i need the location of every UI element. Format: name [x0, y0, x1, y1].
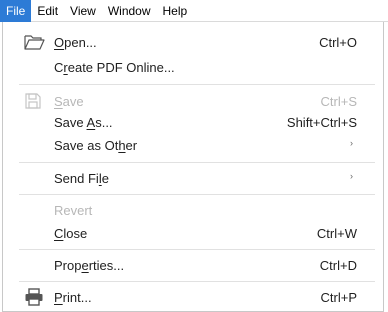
menu-file[interactable]: File: [0, 0, 32, 22]
menu-item-label: Save as Other: [54, 138, 138, 153]
menu-separator: [19, 84, 375, 85]
menu-separator: [19, 249, 375, 250]
menu-help[interactable]: Help: [157, 0, 194, 22]
menu-item-label: Print...: [54, 290, 92, 305]
menu-item-label: Open...: [54, 35, 97, 50]
menu-separator: [19, 281, 375, 282]
submenu-arrow-icon: ›: [350, 138, 353, 148]
folder-open-icon: [24, 35, 45, 50]
menu-item-save-as[interactable]: Save As... Shift+Ctrl+S: [3, 112, 383, 134]
menu-item-label: Create PDF Online...: [54, 60, 175, 75]
menu-item-print[interactable]: Print... Ctrl+P: [3, 287, 383, 309]
submenu-arrow-icon: ›: [350, 171, 353, 181]
menu-item-save-as-other[interactable]: Save as Other ›: [3, 135, 383, 157]
menu-item-label: Save As...: [54, 115, 113, 130]
menu-item-open[interactable]: Open... Ctrl+O: [3, 32, 383, 54]
menu-separator: [19, 162, 375, 163]
menu-separator: [19, 194, 375, 195]
menu-item-shortcut: Ctrl+W: [316, 226, 357, 241]
menu-bar: File Edit View Window Help: [0, 0, 388, 22]
menu-item-label: Properties...: [54, 258, 125, 273]
menu-item-label: Save: [54, 94, 84, 109]
menu-item-label: Revert: [54, 203, 93, 218]
menu-item-create-pdf-online[interactable]: Create PDF Online...: [3, 57, 383, 79]
menu-item-save: Save Ctrl+S: [3, 91, 383, 113]
save-icon: [25, 93, 41, 109]
menu-item-revert: Revert: [3, 200, 383, 222]
printer-icon: [25, 288, 43, 306]
menu-item-shortcut: Ctrl+O: [319, 35, 357, 50]
menu-window[interactable]: Window: [102, 0, 157, 22]
menu-item-label: Send File: [54, 171, 109, 186]
menu-item-shortcut: Ctrl+D: [319, 258, 357, 273]
menu-item-label: Close: [54, 226, 88, 241]
file-menu-dropdown: Open... Ctrl+O Create PDF Online... Save…: [2, 22, 384, 312]
menu-item-close[interactable]: Close Ctrl+W: [3, 223, 383, 245]
menu-item-shortcut: Shift+Ctrl+S: [286, 115, 357, 130]
menu-edit[interactable]: Edit: [31, 0, 64, 22]
menu-item-send-file[interactable]: Send File ›: [3, 168, 383, 190]
menu-item-shortcut: Ctrl+S: [320, 94, 357, 109]
menu-view[interactable]: View: [64, 0, 102, 22]
menu-item-properties[interactable]: Properties... Ctrl+D: [3, 255, 383, 277]
menu-item-shortcut: Ctrl+P: [320, 290, 357, 305]
